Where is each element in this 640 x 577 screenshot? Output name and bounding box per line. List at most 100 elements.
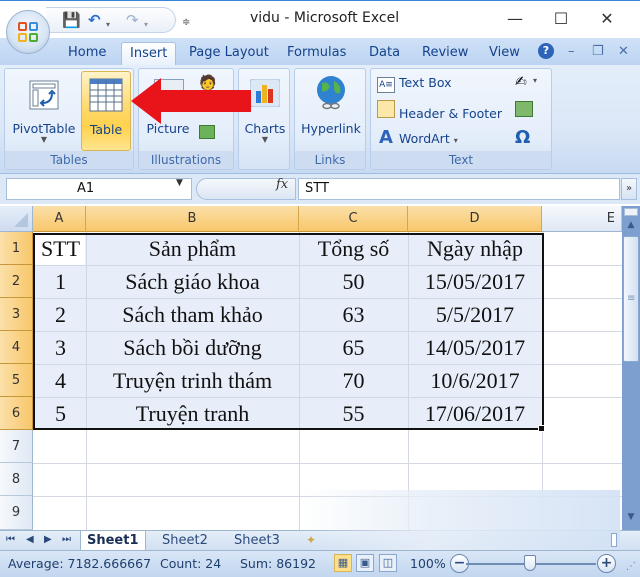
- signature-dropdown-icon[interactable]: ▾: [533, 76, 537, 85]
- customize-qat-icon[interactable]: ≑: [182, 15, 190, 31]
- smartart-icon[interactable]: [199, 125, 215, 139]
- column-header-e[interactable]: E: [542, 206, 622, 232]
- insert-function-button[interactable]: fx: [276, 177, 288, 192]
- tab-review[interactable]: Review: [414, 42, 476, 65]
- sheet-tab-sheet2[interactable]: Sheet2: [156, 531, 214, 550]
- zoom-level[interactable]: 100%: [410, 556, 446, 571]
- formula-input[interactable]: STT: [298, 178, 620, 200]
- tab-formulas[interactable]: Formulas: [279, 42, 354, 65]
- row-header-7[interactable]: 7: [0, 430, 33, 463]
- wordart-button[interactable]: A WordArt ▾: [377, 127, 458, 149]
- cell-d2[interactable]: 15/05/2017: [408, 266, 542, 298]
- row-header-3[interactable]: 3: [0, 298, 33, 331]
- sheet-tab-sheet3[interactable]: Sheet3: [228, 531, 286, 550]
- cell-b6[interactable]: Truyện tranh: [86, 398, 299, 430]
- prev-sheet-icon[interactable]: ◀: [26, 534, 34, 545]
- scroll-down-icon[interactable]: ▼: [624, 512, 638, 526]
- workbook-close-icon[interactable]: ✕: [618, 44, 629, 59]
- vertical-scrollbar[interactable]: ▲ ≡ ▼: [622, 206, 640, 530]
- save-icon[interactable]: 💾: [62, 12, 81, 28]
- close-button[interactable]: ✕: [584, 5, 630, 33]
- pivottable-button[interactable]: PivotTable ▼: [8, 71, 80, 151]
- zoom-in-button[interactable]: +: [597, 554, 616, 573]
- column-header-a[interactable]: A: [33, 206, 86, 232]
- name-box[interactable]: A1: [6, 178, 192, 200]
- cell-c5[interactable]: 70: [299, 365, 408, 397]
- cell-c4[interactable]: 65: [299, 332, 408, 364]
- hyperlink-button[interactable]: Hyperlink: [297, 71, 365, 151]
- normal-view-button[interactable]: ▦: [334, 554, 352, 572]
- cell-b3[interactable]: Sách tham khảo: [86, 299, 299, 331]
- cell-d6[interactable]: 17/06/2017: [408, 398, 542, 430]
- cell-c3[interactable]: 63: [299, 299, 408, 331]
- tab-home[interactable]: Home: [60, 42, 114, 65]
- cell-c2[interactable]: 50: [299, 266, 408, 298]
- cell-a5[interactable]: 4: [35, 365, 86, 397]
- cell-b1[interactable]: Sản phẩm: [86, 233, 299, 265]
- header-footer-button[interactable]: Header & Footer: [377, 100, 502, 122]
- cell-c1[interactable]: Tổng số: [299, 233, 408, 265]
- column-header-b[interactable]: B: [86, 206, 299, 232]
- help-icon[interactable]: ?: [538, 43, 554, 59]
- maximize-button[interactable]: ☐: [538, 5, 584, 33]
- cell-a1[interactable]: STT: [35, 233, 86, 265]
- minimize-button[interactable]: —: [492, 5, 538, 33]
- tab-page-layout[interactable]: Page Layout: [181, 42, 277, 65]
- last-sheet-icon[interactable]: ⏭: [62, 534, 71, 545]
- expand-formula-bar-icon[interactable]: »: [621, 178, 637, 200]
- cell-d3[interactable]: 5/5/2017: [408, 299, 542, 331]
- row-header-5[interactable]: 5: [0, 364, 33, 397]
- cell-b2[interactable]: Sách giáo khoa: [86, 266, 299, 298]
- cell-a6[interactable]: 5: [35, 398, 86, 430]
- next-sheet-icon[interactable]: ▶: [44, 534, 52, 545]
- column-header-d[interactable]: D: [408, 206, 542, 232]
- redo-icon[interactable]: ↷: [126, 12, 139, 28]
- column-header-c[interactable]: C: [299, 206, 408, 232]
- page-layout-view-button[interactable]: ▣: [356, 554, 374, 572]
- page-break-view-button[interactable]: ◫: [379, 554, 397, 572]
- cell-d1[interactable]: Ngày nhập: [408, 233, 542, 265]
- scroll-thumb[interactable]: ≡: [623, 236, 639, 362]
- table-button[interactable]: Table: [81, 71, 131, 151]
- undo-dropdown-icon[interactable]: ▾: [106, 17, 110, 33]
- row-header-8[interactable]: 8: [0, 463, 33, 496]
- row-header-2[interactable]: 2: [0, 265, 33, 298]
- undo-icon[interactable]: ↶: [88, 12, 101, 28]
- horizontal-scroll-thumb[interactable]: [611, 533, 617, 547]
- name-box-dropdown-icon[interactable]: ▼: [176, 178, 183, 188]
- row-header-6[interactable]: 6: [0, 397, 33, 430]
- tab-view[interactable]: View: [481, 42, 528, 65]
- symbol-icon[interactable]: Ω: [515, 127, 530, 148]
- fill-handle[interactable]: [538, 425, 545, 432]
- cell-b5[interactable]: Truyện trinh thám: [86, 365, 299, 397]
- tab-insert[interactable]: Insert: [121, 42, 177, 65]
- redo-dropdown-icon[interactable]: ▾: [144, 17, 148, 33]
- split-box[interactable]: [624, 208, 638, 216]
- cell-d4[interactable]: 14/05/2017: [408, 332, 542, 364]
- office-button[interactable]: [6, 10, 50, 54]
- textbox-button[interactable]: A≡ Text Box: [377, 72, 452, 94]
- scroll-up-icon[interactable]: ▲: [624, 220, 638, 234]
- cell-a4[interactable]: 3: [35, 332, 86, 364]
- group-label-illustrations: Illustrations: [139, 151, 233, 169]
- first-sheet-icon[interactable]: ⏮: [6, 534, 15, 545]
- cell-c6[interactable]: 55: [299, 398, 408, 430]
- cell-a2[interactable]: 1: [35, 266, 86, 298]
- cell-a3[interactable]: 2: [35, 299, 86, 331]
- row-header-1[interactable]: 1: [0, 232, 33, 265]
- resize-grip-icon[interactable]: ⋰: [626, 561, 636, 572]
- workbook-minimize-icon[interactable]: –: [568, 44, 575, 59]
- cell-b4[interactable]: Sách bồi dưỡng: [86, 332, 299, 364]
- worksheet-grid[interactable]: A B C D E 1 2 3 4 5 6 7 8 9 STT Sản phẩm…: [0, 206, 622, 530]
- select-all-button[interactable]: [0, 206, 33, 232]
- object-icon[interactable]: [515, 101, 533, 117]
- sheet-tab-sheet1[interactable]: Sheet1: [80, 531, 146, 550]
- insert-sheet-icon[interactable]: ✦: [306, 533, 316, 547]
- row-header-9[interactable]: 9: [0, 496, 33, 530]
- signature-line-icon[interactable]: ✍: [515, 74, 527, 90]
- workbook-restore-icon[interactable]: ❐: [592, 44, 604, 59]
- cell-d5[interactable]: 10/6/2017: [408, 365, 542, 397]
- zoom-slider-thumb[interactable]: [524, 555, 536, 571]
- tab-data[interactable]: Data: [361, 42, 408, 65]
- row-header-4[interactable]: 4: [0, 331, 33, 364]
